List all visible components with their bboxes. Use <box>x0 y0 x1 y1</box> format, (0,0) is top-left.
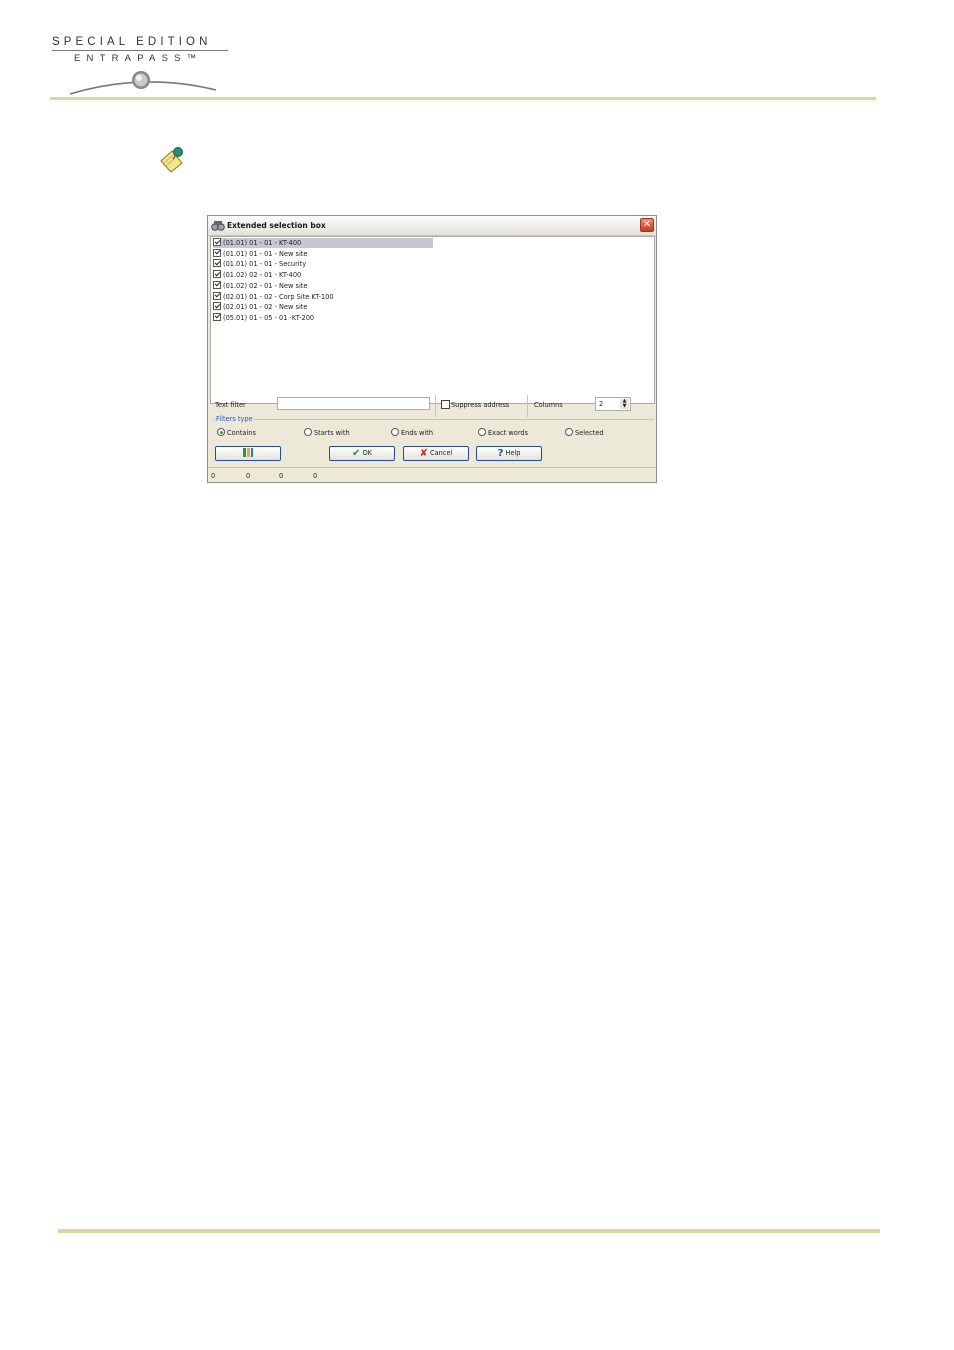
brand-line1: SPECIAL EDITION <box>52 36 212 48</box>
ok-label: OK <box>362 449 372 457</box>
note-pin-icon <box>158 145 186 180</box>
status-value: 0 <box>313 472 318 480</box>
radio-label: Ends with <box>401 429 434 437</box>
filter-radio-exact-words[interactable]: Exact words <box>478 428 528 437</box>
suppress-address-label: Suppress address <box>451 401 510 409</box>
item-checkbox[interactable] <box>213 302 221 311</box>
entrapass-logo: SPECIAL EDITION ENTRAPASS™ <box>48 34 238 100</box>
list-item[interactable]: (01.01) 01 - 01 - New site <box>213 248 308 259</box>
help-button[interactable]: ? Help <box>476 446 542 461</box>
close-button[interactable]: ✕ <box>640 218 654 232</box>
search-binoculars-icon <box>211 219 225 234</box>
cancel-button[interactable]: ✘ Cancel <box>403 446 469 461</box>
dialog-titlebar[interactable]: Extended selection box ✕ <box>208 216 656 236</box>
columns-stepper[interactable]: 2 ▲ ▼ <box>595 397 631 411</box>
list-item[interactable]: (05.01) 01 - 05 - 01 -KT-200 <box>213 312 315 323</box>
x-icon: ✘ <box>419 448 429 459</box>
item-checkbox[interactable] <box>213 238 221 246</box>
logo-rule <box>52 50 228 51</box>
status-value: 0 <box>279 472 284 480</box>
filters-type-group: Filters type Contains Starts with Ends wit… <box>213 415 654 442</box>
item-checkbox[interactable] <box>213 259 221 268</box>
list-item[interactable]: (01.02) 02 - 01 - KT-400 <box>213 270 301 280</box>
suppress-address-checkbox[interactable] <box>441 400 450 409</box>
checkmark-icon: ✔ <box>352 448 361 459</box>
radio-label: Selected <box>575 429 604 437</box>
item-label: (02.01) 01 - 02 - Corp Site KT-100 <box>223 292 334 301</box>
item-checkbox[interactable] <box>213 291 221 300</box>
columns-icon <box>242 448 254 458</box>
divider <box>435 395 436 417</box>
item-label: (01.02) 02 - 01 - KT-400 <box>223 271 302 280</box>
ok-button[interactable]: ✔ OK <box>329 446 395 461</box>
filter-radio-selected[interactable]: Selected <box>565 428 604 437</box>
radio-dot[interactable] <box>565 428 573 436</box>
filter-radio-starts-with[interactable]: Starts with <box>304 428 350 437</box>
help-label: Help <box>505 449 521 457</box>
item-checkbox[interactable] <box>213 270 221 279</box>
filter-area: Text filter Suppress address Columns 2 ▲… <box>210 389 655 441</box>
divider <box>527 395 528 417</box>
status-bar: 0 0 0 0 <box>208 467 656 483</box>
columns-value: 2 <box>599 400 604 408</box>
header-rule <box>50 97 876 100</box>
filter-radio-ends-with[interactable]: Ends with <box>391 428 433 437</box>
status-value: 0 <box>246 472 251 480</box>
radio-dot[interactable] <box>478 428 486 436</box>
item-label: (01.01) 01 - 01 - New site <box>223 249 308 258</box>
radio-dot[interactable] <box>391 428 399 436</box>
text-filter-label: Text filter <box>215 401 246 409</box>
status-value: 0 <box>211 472 216 480</box>
cancel-label: Cancel <box>430 449 453 457</box>
list-item[interactable]: (01.02) 02 - 01 - New site <box>213 280 308 291</box>
list-item[interactable]: (01.01) 01 - 01 - Security <box>213 259 306 269</box>
radio-dot[interactable] <box>217 428 225 436</box>
columns-label: Columns <box>534 401 563 409</box>
radio-label: Starts with <box>314 429 350 437</box>
item-label: (01.02) 02 - 01 - New site <box>223 281 308 290</box>
text-filter-input[interactable] <box>277 397 430 410</box>
filter-radio-contains[interactable]: Contains <box>217 428 256 437</box>
question-icon: ? <box>497 448 504 459</box>
item-label: (01.01) 01 - 01 - Security <box>223 260 307 269</box>
selection-list[interactable]: (01.01) 01 - 01 - KT-400 (01.01) 01 - 01 … <box>210 236 655 404</box>
radio-dot[interactable] <box>304 428 312 436</box>
radio-label: Contains <box>227 429 256 437</box>
radio-label: Exact words <box>488 429 529 437</box>
item-checkbox[interactable] <box>213 312 221 321</box>
list-item[interactable]: (01.01) 01 - 01 - KT-400 <box>213 238 433 248</box>
footer-rule <box>58 1229 880 1233</box>
item-label: (01.01) 01 - 01 - KT-400 <box>223 239 302 247</box>
logo-swoosh-icon <box>69 71 217 95</box>
item-label: (05.01) 01 - 05 - 01 -KT-200 <box>223 313 315 322</box>
close-icon: ✕ <box>642 219 652 230</box>
list-item[interactable]: (02.01) 01 - 02 - Corp Site KT-100 <box>213 291 334 302</box>
list-item[interactable]: (02.01) 01 - 02 - New site <box>213 302 307 312</box>
spin-arrows-icon[interactable]: ▲ ▼ <box>620 399 629 409</box>
extended-selection-dialog: Extended selection box ✕ (01.01) 01 - 01… <box>207 215 657 483</box>
filters-type-label: Filters type <box>215 415 254 423</box>
item-label: (02.01) 01 - 02 - New site <box>223 303 308 312</box>
dialog-title: Extended selection box <box>227 221 326 230</box>
columns-button[interactable] <box>215 446 281 461</box>
brand-line2: ENTRAPASS™ <box>74 53 203 64</box>
item-checkbox[interactable] <box>213 280 221 289</box>
item-checkbox[interactable] <box>213 248 221 257</box>
